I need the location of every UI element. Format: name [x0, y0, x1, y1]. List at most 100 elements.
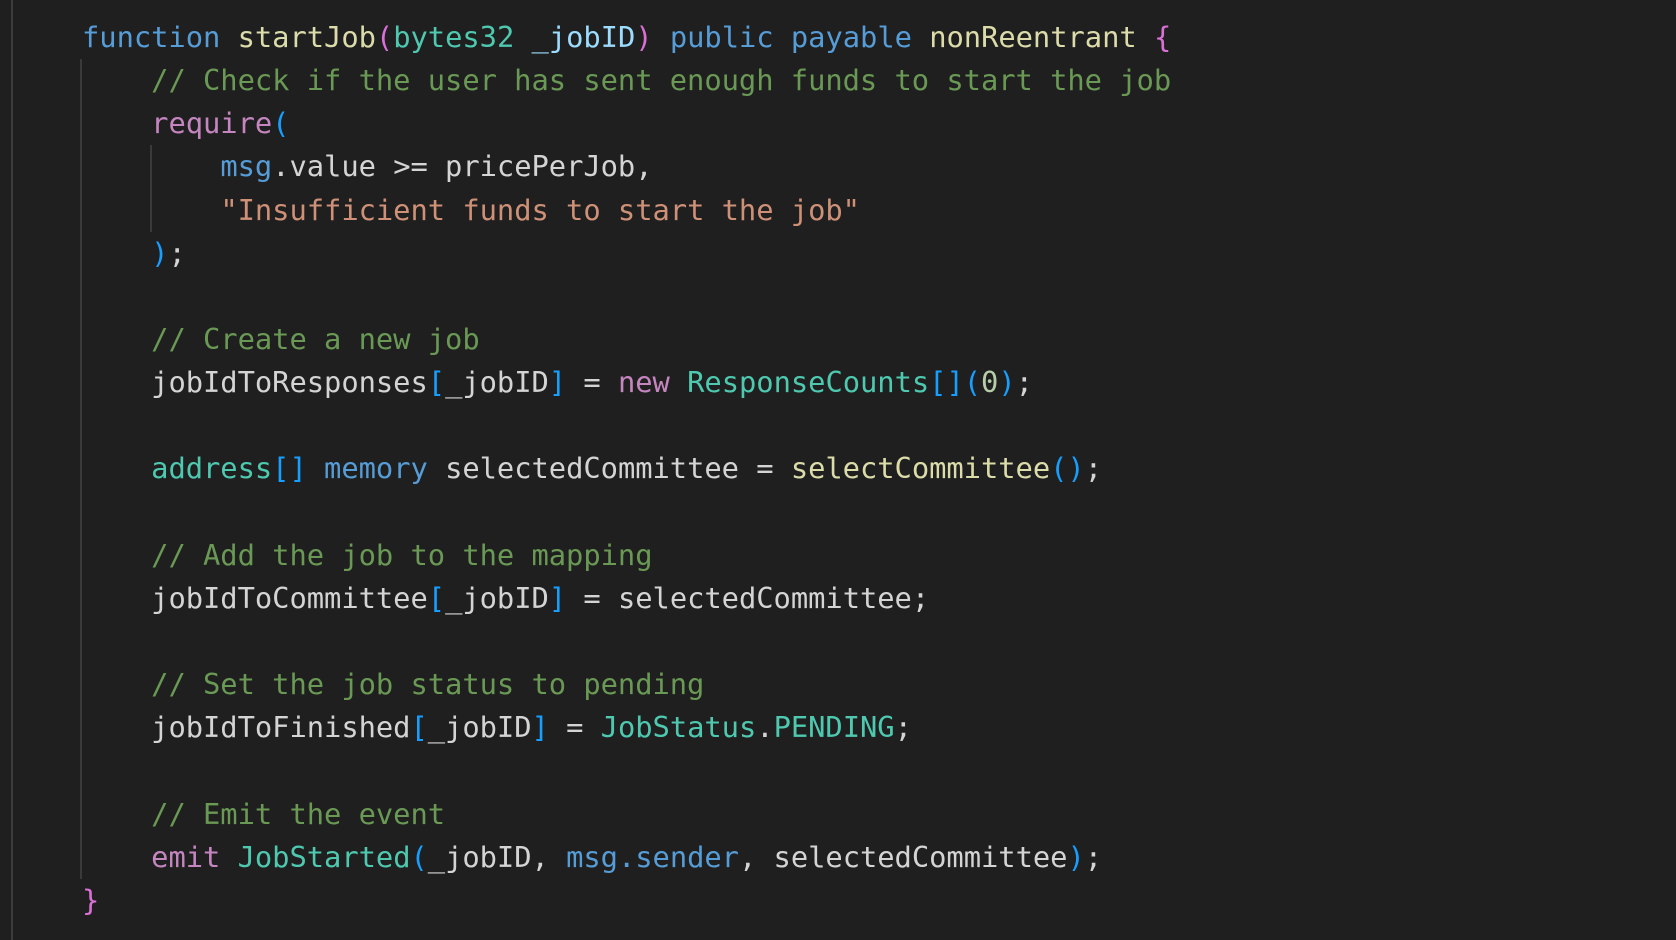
code-token-default: _jobID, [427, 839, 567, 874]
code-token-brace2: ] [531, 710, 549, 745]
code-token-brace2: ( [272, 106, 290, 141]
code-token-brace1: } [82, 882, 100, 917]
code-line-text: jobIdToResponses[_jobID] = new ResponseC… [82, 365, 1033, 399]
code-line[interactable]: ); [82, 232, 1171, 275]
code-token-default [1137, 20, 1154, 54]
code-line-text: address[] memory selectedCommittee = sel… [82, 451, 1102, 485]
editor-left-border [11, 0, 13, 940]
code-line-text: // Emit the event [82, 797, 445, 831]
code-token-type: JobStarted [237, 839, 411, 874]
code-line[interactable]: } [82, 879, 1171, 922]
code-token-comment: // Create a new job [151, 321, 480, 356]
code-token-brace2: ( [410, 839, 428, 874]
code-line[interactable]: // Emit the event [82, 793, 1171, 836]
code-line[interactable]: // Add the job to the mapping [82, 534, 1171, 577]
code-token-default [514, 20, 531, 54]
code-token-brace1: ) [635, 20, 653, 54]
code-token-brace2: [] [272, 451, 307, 486]
code-token-brace2: ) [151, 235, 169, 270]
code-line-text: jobIdToCommittee[_jobID] = selectedCommi… [82, 581, 929, 615]
code-token-default: _jobID [445, 580, 549, 615]
code-line[interactable] [82, 404, 1171, 447]
code-line[interactable]: jobIdToFinished[_jobID] = JobStatus.PEND… [82, 706, 1171, 749]
code-token-control: new [617, 365, 670, 400]
code-line[interactable] [82, 275, 1171, 318]
code-line-text: jobIdToFinished[_jobID] = JobStatus.PEND… [82, 710, 912, 744]
code-token-fn: startJob [237, 20, 376, 54]
code-token-default: = [566, 365, 618, 400]
code-line[interactable] [82, 620, 1171, 663]
code-token-keyword: msg [220, 149, 273, 184]
code-token-fn: selectCommittee [790, 451, 1051, 486]
code-line[interactable]: // Set the job status to pending [82, 663, 1171, 706]
code-line[interactable]: jobIdToResponses[_jobID] = new ResponseC… [82, 361, 1171, 404]
code-line-text: ); [82, 236, 186, 270]
code-line[interactable]: msg.value >= pricePerJob, [82, 145, 1171, 188]
code-token-default: _jobID [427, 710, 532, 745]
code-token-type: JobStatus [600, 710, 757, 745]
code-token-default [912, 20, 929, 54]
code-token-brace2: ) [1067, 839, 1085, 874]
code-token-brace2: [ [410, 710, 428, 745]
code-token-brace2: [ [427, 365, 446, 400]
code-token-number: 0 [981, 365, 999, 400]
code-token-type: address [151, 451, 273, 486]
code-line-text: // Add the job to the mapping [82, 538, 652, 572]
code-line-text: // Create a new job [82, 322, 480, 356]
code-token-default: jobIdToResponses [151, 365, 428, 400]
code-token-brace1: ( [375, 20, 394, 54]
code-token-default: . [756, 710, 774, 745]
code-line-text: msg.value >= pricePerJob, [82, 149, 652, 184]
code-token-default: jobIdToFinished [151, 710, 411, 745]
code-line[interactable]: emit JobStarted(_jobID, msg.sender, sele… [82, 836, 1171, 879]
code-token-default: = [548, 710, 601, 745]
code-token-default [307, 451, 324, 485]
code-token-comment: // Check if the user has sent enough fun… [151, 63, 1172, 98]
code-line[interactable]: jobIdToCommittee[_jobID] = selectedCommi… [82, 577, 1171, 620]
code-line[interactable]: require( [82, 102, 1171, 145]
code-line[interactable] [82, 749, 1171, 792]
code-line[interactable]: // Check if the user has sent enough fun… [82, 59, 1171, 102]
code-line[interactable]: // Create a new job [82, 318, 1171, 361]
code-token-default: ; [168, 235, 186, 270]
code-token-fn: nonReentrant [929, 20, 1137, 54]
code-token-control: emit [151, 839, 221, 874]
code-token-brace2: ] [548, 580, 567, 615]
code-line[interactable] [82, 491, 1171, 534]
code-line-text: "Insufficient funds to start the job" [82, 193, 860, 227]
code-token-keyword: public [669, 20, 774, 54]
code-token-default [653, 20, 670, 54]
code-line[interactable]: function startJob(bytes32 _jobID) public… [82, 16, 1171, 59]
code-editor[interactable]: function startJob(bytes32 _jobID) public… [82, 16, 1171, 922]
code-token-default: , selectedCommittee [738, 839, 1068, 874]
code-token-default: jobIdToCommittee [151, 580, 428, 615]
code-token-type: PENDING [773, 710, 895, 745]
code-line[interactable]: "Insufficient funds to start the job" [82, 189, 1171, 232]
code-token-default: ; [894, 710, 912, 745]
code-token-default [774, 20, 791, 54]
code-token-control: require [151, 106, 273, 141]
code-token-keyword: payable [790, 20, 912, 54]
code-line[interactable]: address[] memory selectedCommittee = sel… [82, 447, 1171, 490]
code-token-keyword: msg.sender [566, 839, 739, 874]
code-line-text: function startJob(bytes32 _jobID) public… [82, 20, 1171, 54]
code-line-text: } [82, 883, 99, 917]
code-token-default: = selectedCommittee; [566, 580, 930, 615]
code-token-comment: // Emit the event [151, 796, 446, 831]
code-token-default: ; [1015, 365, 1033, 400]
code-token-default: ; [1084, 839, 1103, 874]
